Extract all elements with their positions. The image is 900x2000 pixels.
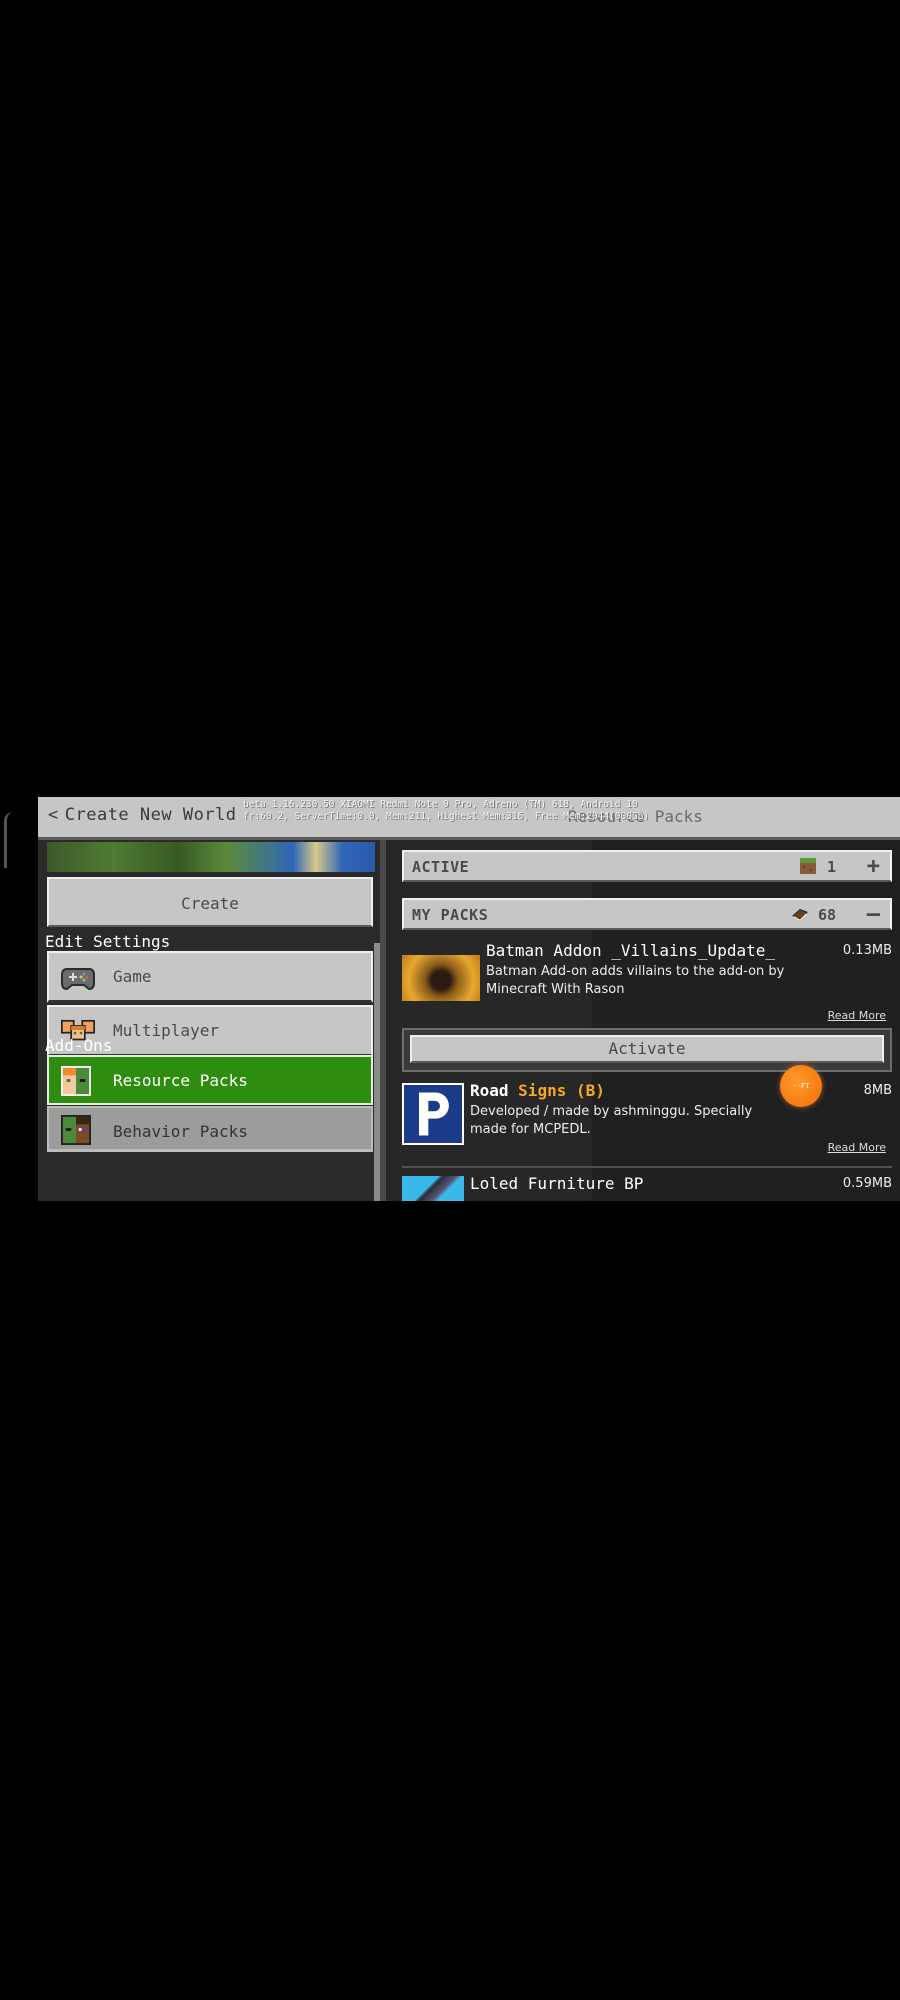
active-packs-header[interactable]: ACTIVE 1 + (402, 850, 892, 882)
debug-line-1: beta 1.16.230.50 XIAOMI Redmi Note 9 Pro… (243, 799, 638, 810)
world-preview-image (47, 842, 375, 872)
pack-name: Batman Addon _Villains_Update_ (486, 941, 775, 960)
debug-line-2: fr:60.2, ServerTime:0.0, Mem:211, Highes… (243, 811, 650, 822)
create-world-screen: < Create New World Resource Packs beta 1.… (38, 797, 900, 1201)
my-packs-title: MY PACKS (412, 906, 489, 924)
right-panel: ACTIVE 1 + MY PACKS 68 — Batman Addon _V… (386, 840, 900, 1201)
grass-block-icon (800, 858, 816, 874)
pack-name-part-2: Signs (B) (518, 1081, 605, 1100)
pack-item[interactable]: Loled Furniture BP 0.59MB (402, 1174, 892, 1201)
activate-container: Activate (402, 1028, 892, 1072)
expand-plus-icon[interactable]: + (867, 854, 880, 879)
read-more-link[interactable]: Read More (828, 1009, 886, 1022)
pack-thumbnail (402, 955, 480, 1001)
pack-size: 0.13MB (842, 943, 892, 958)
pack-name: Loled Furniture BP (470, 1174, 644, 1193)
parking-sign-icon (418, 1092, 449, 1136)
controller-icon (61, 968, 95, 991)
menu-item-label: Game (113, 967, 152, 986)
pack-thumbnail (402, 1176, 464, 1201)
activate-button[interactable]: Activate (410, 1035, 884, 1063)
pack-description: Developed / made by ashminggu. Specially… (470, 1104, 753, 1137)
pack-description: Batman Add-on adds villains to the add-o… (486, 964, 785, 997)
pack-name-part-1: Road (470, 1081, 519, 1100)
menu-item-game[interactable]: Game (47, 951, 373, 1003)
left-panel: Create Edit Settings Game Multiplayer Ad… (38, 840, 380, 1201)
menu-item-label: Multiplayer (113, 1021, 219, 1040)
edge-gesture-indicator (4, 812, 13, 868)
pack-size: 0.59MB (842, 1176, 892, 1191)
menu-item-label: Resource Packs (113, 1071, 248, 1090)
add-ons-label: Add-Ons (45, 1036, 113, 1055)
pack-thumbnail (402, 1083, 464, 1145)
book-icon (792, 909, 808, 922)
menu-item-label: Behavior Packs (113, 1122, 248, 1141)
collapse-minus-icon[interactable]: — (867, 902, 880, 927)
active-count: 1 (826, 858, 836, 876)
behavior-pack-icon (61, 1115, 91, 1145)
header-bar: < Create New World Resource Packs beta 1.… (38, 797, 900, 840)
resource-pack-icon (61, 1066, 91, 1096)
active-title: ACTIVE (412, 858, 470, 876)
read-more-link[interactable]: Read More (828, 1141, 886, 1154)
back-label: Create New World (64, 805, 237, 825)
list-separator (402, 1166, 892, 1168)
debug-overlay: beta 1.16.230.50 XIAOMI Redmi Note 9 Pro… (243, 799, 649, 823)
floating-assistant-bubble[interactable]: ··FT (780, 1065, 822, 1107)
back-button[interactable]: < Create New World (48, 805, 237, 825)
edit-settings-label: Edit Settings (45, 932, 171, 951)
menu-item-resource-packs[interactable]: Resource Packs (47, 1055, 373, 1105)
create-button[interactable]: Create (47, 877, 373, 927)
chevron-left-icon: < (48, 805, 59, 825)
pack-name: Road Signs (B) (470, 1081, 605, 1100)
menu-item-behavior-packs[interactable]: Behavior Packs (47, 1106, 373, 1152)
my-packs-count: 68 (817, 906, 836, 924)
my-packs-header[interactable]: MY PACKS 68 — (402, 898, 892, 930)
pack-item[interactable]: Batman Addon _Villains_Update_ 0.13MB Ba… (402, 941, 892, 1028)
pack-size: 8MB (863, 1083, 892, 1098)
